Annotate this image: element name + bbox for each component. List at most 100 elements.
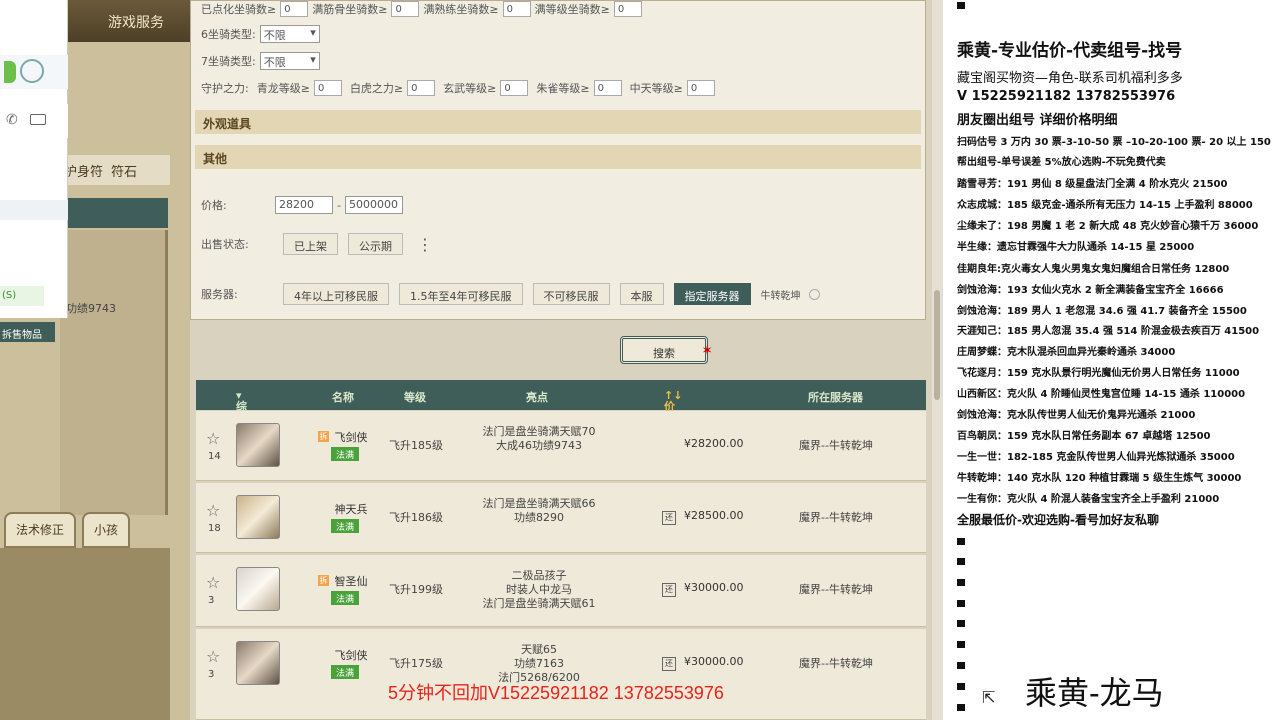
scrollbar[interactable] <box>932 0 942 720</box>
video-icon[interactable] <box>30 114 46 125</box>
table-row[interactable]: ☆ 3 飞剑侠 法满 飞升175级 天赋65 功绩7163 法门5268/6200 … <box>196 629 926 720</box>
tab-child[interactable]: 小孩 <box>82 512 131 548</box>
guard-label: 守护之力: <box>201 82 249 95</box>
ad-line: 帮出组号-单号误差 5%放心选购-不玩免费代卖 <box>957 157 1166 168</box>
filter-input[interactable]: 0 <box>613 1 642 17</box>
bullet-icon <box>957 704 965 711</box>
favorite-count: 3 <box>208 595 215 606</box>
search-button[interactable]: 搜索 ✶ <box>620 336 713 364</box>
left-bottom-tabs: 法术修正 小孩 <box>0 512 170 548</box>
publicity-button[interactable]: 公示期 <box>348 233 403 255</box>
table-row[interactable]: ☆ 14 拆 飞剑侠 法满 飞升185级 法门是盘坐骑满天赋70 大成46功绩97… <box>196 411 926 481</box>
section-other[interactable]: 其他 <box>195 145 921 169</box>
server: 魔界--牛转乾坤 <box>799 511 873 524</box>
ad-line: 朋友圈出组号 详细价格明细 <box>957 113 1118 128</box>
listed-button[interactable]: 已上架 <box>283 233 338 255</box>
tab-rune[interactable]: 符石 <box>111 161 137 180</box>
filter-label: 满熟练坐骑数≥ <box>423 3 499 16</box>
guard-item-label: 中天等级≥ <box>629 82 683 95</box>
guard-input[interactable]: 0 <box>686 80 715 96</box>
more-icon[interactable]: ⋮ <box>417 235 433 254</box>
server: 魔界--牛转乾坤 <box>799 657 873 670</box>
price: ¥28200.00 <box>684 437 744 450</box>
scrollbar-thumb[interactable] <box>934 290 940 400</box>
chat-row[interactable] <box>0 55 68 89</box>
filter-input[interactable]: 0 <box>391 1 420 17</box>
role-name[interactable]: 智圣仙 <box>324 573 378 589</box>
game-service-title: 游戏服务 <box>60 0 190 42</box>
filter-input[interactable]: 0 <box>502 1 531 17</box>
left-header-bar <box>60 198 168 228</box>
table-header: 综合排序 ▾ 名称 等级 亮点 价格(元) ↑↓ 所在服务器 <box>196 380 926 461</box>
filter-label: 满筋骨坐骑数≥ <box>312 3 388 16</box>
sort-header[interactable]: 综合排序 ▾ <box>236 389 247 461</box>
guard-input[interactable]: 0 <box>407 80 436 96</box>
guard-item-label: 白虎之力≥ <box>349 82 404 95</box>
guard-input[interactable]: 0 <box>313 80 342 96</box>
section-appearance[interactable]: 外观道具 <box>195 110 921 134</box>
close-icon[interactable]: ✶ <box>701 343 713 359</box>
filter-label: 已点化坐骑数≥ <box>201 3 277 16</box>
role-name[interactable]: 飞剑侠 <box>324 429 378 445</box>
mount7-label: 7坐骑类型: <box>201 55 256 68</box>
price-max-input[interactable]: 5000000 <box>344 196 403 214</box>
name-header: 名称 <box>332 391 354 404</box>
guard-item-label: 朱雀等级≥ <box>536 82 590 95</box>
role-name[interactable]: 飞剑侠 <box>324 647 378 663</box>
filter-label: 满等级坐骑数≥ <box>534 3 610 16</box>
guard-item-label: 青龙等级≥ <box>256 82 310 95</box>
role-name[interactable]: 神天兵 <box>324 501 378 517</box>
filter-input[interactable]: 0 <box>280 1 309 17</box>
price-label: 价格: <box>201 199 227 212</box>
bullet-icon <box>957 600 965 607</box>
price: ¥30000.00 <box>684 581 744 594</box>
sale-status-row: 出售状态: 已上架 公示期 ⋮ <box>201 233 433 255</box>
tab-amulet[interactable]: 护身符 <box>64 161 103 180</box>
mount7-select[interactable]: 不限 <box>259 52 320 70</box>
ad-line: 踏雪寻芳：191 男仙 8 级星盘法门全满 4 阶水克火 21500 <box>957 179 1228 190</box>
ad-line: 藏宝阁买物资—角色-联系司机福利多多 <box>957 71 1183 86</box>
ad-line: 众志成城：185 级克金-通杀所有无压力 14-15 上手盈利 88000 <box>957 200 1253 211</box>
avatar[interactable] <box>236 423 280 467</box>
mount6-select[interactable]: 不限 <box>259 25 320 43</box>
table-row[interactable]: ☆ 3 拆 智圣仙 法满 飞升199级 二极品孩子 时装人中龙马 法门是盘坐骑满天赋… <box>196 555 926 627</box>
bullet-icon <box>957 2 965 9</box>
star-icon[interactable]: ☆ <box>206 647 220 666</box>
ad-line: 百鸟朝凤：159 克水队日常任务副本 67 卓越塔 12500 <box>957 431 1211 442</box>
server-row: 服务器: 4年以上可移民服 1.5年至4年可移民服 不可移民服 本服 指定服务器… <box>201 283 820 305</box>
avatar[interactable] <box>236 567 280 611</box>
ad-line: 庄周梦蝶：克木队混杀回血异光秦岭通杀 34000 <box>957 347 1176 358</box>
guard-input[interactable]: 0 <box>500 80 529 96</box>
star-icon[interactable]: ☆ <box>206 573 220 592</box>
highlights: 法门是盘坐骑满天赋66 功绩8290 <box>482 497 596 524</box>
star-icon[interactable]: ☆ <box>206 501 220 520</box>
guard-input[interactable]: 0 <box>593 80 622 96</box>
tab-spell-correction[interactable]: 法术修正 <box>4 512 77 548</box>
server-header: 所在服务器 <box>808 391 863 404</box>
avatar[interactable] <box>236 495 280 539</box>
ad-line: 佳期良年:克火毒女人鬼火男鬼女鬼妇魔组合日常任务 12800 <box>957 264 1230 275</box>
price-header[interactable]: 价格(元) ↑↓ <box>664 389 685 445</box>
ad-line: V 15225921182 13782553976 <box>957 89 1176 104</box>
favorite-count: 3 <box>208 669 215 680</box>
ad-headline: 乘黄-专业估价-代卖组号-找号 <box>957 41 1183 61</box>
phone-icon[interactable]: ✆ <box>6 112 18 128</box>
server-this-button[interactable]: 本服 <box>619 283 664 305</box>
role-level: 飞升185级 <box>389 439 443 452</box>
chat-popup: ✆ (S) <box>0 0 68 318</box>
return-icon: 还 <box>662 511 676 525</box>
sell-items-button[interactable]: 拆售物品 <box>0 322 55 342</box>
server-specific-button[interactable]: 指定服务器 <box>673 283 751 305</box>
ad-line: 尘缘未了：198 男魔 1 老 2 新大成 48 克火妙音心猿千万 36000 <box>957 221 1259 232</box>
avatar[interactable] <box>236 641 280 685</box>
ad-line: 飞花逐月：159 克水队景行明光魔仙无价男人日常任务 11000 <box>957 368 1240 379</box>
table-row[interactable]: ☆ 18 神天兵 法满 飞升186级 法门是盘坐骑满天赋66 功绩8290 还 ¥… <box>196 483 926 553</box>
server-1-5yr-button[interactable]: 1.5年至4年可移民服 <box>399 283 523 305</box>
overlay-contact-text: 5分钟不回加V15225921182 13782553976 <box>388 683 724 703</box>
price-min-input[interactable]: 28200 <box>275 196 333 214</box>
star-icon[interactable]: ☆ <box>206 429 220 448</box>
ad-line: 一生一世：182-185 克金队传世男人仙异光炼狱通杀 35000 <box>957 452 1235 463</box>
clear-icon[interactable] <box>808 288 820 300</box>
server-4yr-button[interactable]: 4年以上可移民服 <box>283 283 389 305</box>
server-no-migrate-button[interactable]: 不可移民服 <box>532 283 610 305</box>
